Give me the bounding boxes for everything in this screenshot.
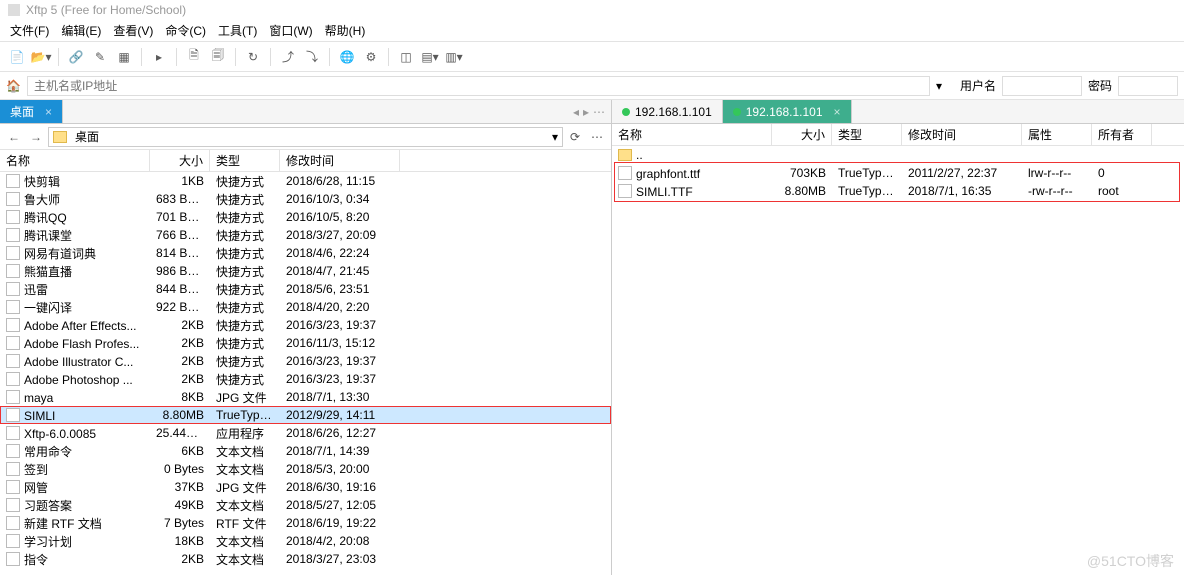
- col-size[interactable]: 大小: [150, 150, 210, 171]
- updir-row[interactable]: ..: [612, 146, 1184, 164]
- pass-input[interactable]: [1118, 76, 1178, 96]
- close-icon[interactable]: ×: [834, 105, 841, 119]
- file-row[interactable]: SIMLI.TTF8.80MBTrueType...2018/7/1, 16:3…: [612, 182, 1184, 200]
- file-row[interactable]: 一键闪译922 Bytes快捷方式2018/4/20, 2:20: [0, 298, 611, 316]
- path-input[interactable]: 桌面▾: [48, 127, 563, 147]
- toolbar: 📄 📂▾ 🔗 ✎ ▦ ▸ 🗎 🗐 ↻ ⤴ ⤵ 🌐 ⚙ ◫ ▤▾ ▥▾: [0, 42, 1184, 72]
- host-input[interactable]: [27, 76, 930, 96]
- menu-item[interactable]: 命令(C): [159, 22, 212, 39]
- refresh-icon[interactable]: ⟳: [565, 127, 585, 147]
- tab-left-icon[interactable]: ◂: [573, 105, 579, 119]
- file-row[interactable]: Adobe Illustrator C...2KB快捷方式2016/3/23, …: [0, 352, 611, 370]
- refresh-icon[interactable]: ↻: [242, 46, 264, 68]
- file-row[interactable]: 迅雷844 Bytes快捷方式2018/5/6, 23:51: [0, 280, 611, 298]
- address-bar: 🏠 ▾ 用户名 密码: [0, 72, 1184, 100]
- globe-icon[interactable]: 🌐: [336, 46, 358, 68]
- user-input[interactable]: [1002, 76, 1082, 96]
- file-row[interactable]: 网管37KBJPG 文件2018/6/30, 19:16: [0, 478, 611, 496]
- file-row[interactable]: graphfont.ttf703KBTrueType...2011/2/27, …: [612, 164, 1184, 182]
- local-panel: 桌面 × ◂ ▸ ⋯ ← → 桌面▾ ⟳ ⋯ 名称 大小 类型 修改时间 快剪辑1K…: [0, 100, 612, 575]
- menu-item[interactable]: 文件(F): [4, 22, 55, 39]
- cursor-up-icon[interactable]: ⤴: [277, 46, 299, 68]
- local-navbar: ← → 桌面▾ ⟳ ⋯: [0, 124, 611, 150]
- col-size[interactable]: 大小: [772, 124, 832, 145]
- menu-item[interactable]: 编辑(E): [55, 22, 107, 39]
- col-name[interactable]: 名称: [0, 150, 150, 171]
- pass-label: 密码: [1088, 77, 1112, 94]
- tab-label: 桌面: [10, 103, 34, 120]
- new-session-icon[interactable]: 📄: [6, 46, 28, 68]
- file-row[interactable]: Adobe After Effects...2KB快捷方式2016/3/23, …: [0, 316, 611, 334]
- file-row[interactable]: Xftp-6.0.008525.44MB应用程序2018/6/26, 12:27: [0, 424, 611, 442]
- col-mtime[interactable]: 修改时间: [280, 150, 400, 171]
- file-row[interactable]: 签到0 Bytes文本文档2018/5/3, 20:00: [0, 460, 611, 478]
- status-dot-icon: [733, 108, 741, 116]
- menu-bar: 文件(F)编辑(E)查看(V)命令(C)工具(T)窗口(W)帮助(H): [0, 20, 1184, 42]
- remote-file-list[interactable]: ..graphfont.ttf703KBTrueType...2011/2/27…: [612, 146, 1184, 575]
- title-bar: Xftp 5 (Free for Home/School): [0, 0, 1184, 20]
- connect-icon[interactable]: 🔗: [65, 46, 87, 68]
- col-mtime[interactable]: 修改时间: [902, 124, 1022, 145]
- file-row[interactable]: 新建 RTF 文档7 BytesRTF 文件2018/6/19, 19:22: [0, 514, 611, 532]
- watermark: @51CTO博客: [1087, 551, 1174, 571]
- tab-more-icon[interactable]: ⋯: [593, 105, 605, 119]
- status-dot-icon: [622, 108, 630, 116]
- up-icon[interactable]: ⋯: [587, 127, 607, 147]
- tab-desktop[interactable]: 桌面 ×: [0, 100, 63, 123]
- copy-icon[interactable]: 🗐: [207, 46, 229, 68]
- col-type[interactable]: 类型: [832, 124, 902, 145]
- file-row[interactable]: 学习计划18KB文本文档2018/4/2, 20:08: [0, 532, 611, 550]
- file-row[interactable]: 指令2KB文本文档2018/3/27, 23:03: [0, 550, 611, 568]
- host-dropdown-icon[interactable]: ▾: [936, 79, 942, 93]
- file-row[interactable]: maya8KBJPG 文件2018/7/1, 13:30: [0, 388, 611, 406]
- file-row[interactable]: 习题答案49KB文本文档2018/5/27, 12:05: [0, 496, 611, 514]
- tab-label: 192.168.1.101: [635, 105, 712, 119]
- app-title: Xftp 5 (Free for Home/School): [26, 0, 186, 20]
- back-icon[interactable]: ←: [4, 127, 24, 147]
- col-attr[interactable]: 属性: [1022, 124, 1092, 145]
- local-header: 名称 大小 类型 修改时间: [0, 150, 611, 172]
- col-owner[interactable]: 所有者: [1092, 124, 1152, 145]
- file-row[interactable]: 腾讯QQ701 Bytes快捷方式2016/10/5, 8:20: [0, 208, 611, 226]
- open-icon[interactable]: 📂▾: [30, 46, 52, 68]
- file-row[interactable]: 常用命令6KB文本文档2018/7/1, 14:39: [0, 442, 611, 460]
- file-row[interactable]: 腾讯课堂766 Bytes快捷方式2018/3/27, 20:09: [0, 226, 611, 244]
- file-row[interactable]: 熊猫直播986 Bytes快捷方式2018/4/7, 21:45: [0, 262, 611, 280]
- file-row[interactable]: Adobe Photoshop ...2KB快捷方式2016/3/23, 19:…: [0, 370, 611, 388]
- panes-icon[interactable]: ▥▾: [443, 46, 465, 68]
- doc-icon[interactable]: 🗎: [183, 46, 205, 68]
- tab-remote-1[interactable]: 192.168.1.101: [612, 100, 723, 123]
- gear-icon[interactable]: ⚙: [360, 46, 382, 68]
- tab-remote-2[interactable]: 192.168.1.101 ×: [723, 100, 852, 123]
- layout-icon[interactable]: ▤▾: [419, 46, 441, 68]
- cursor-down-icon[interactable]: ⤵: [301, 46, 323, 68]
- file-row[interactable]: SIMLI8.80MBTrueType...2012/9/29, 14:11: [0, 406, 611, 424]
- local-file-list[interactable]: 快剪辑1KB快捷方式2018/6/28, 11:15鲁大师683 Bytes快捷…: [0, 172, 611, 575]
- remote-tabs: 192.168.1.101 192.168.1.101 ×: [612, 100, 1184, 124]
- wand-icon[interactable]: ✎: [89, 46, 111, 68]
- file-row[interactable]: 鲁大师683 Bytes快捷方式2016/10/3, 0:34: [0, 190, 611, 208]
- tab-label: 192.168.1.101: [746, 105, 823, 119]
- play-icon[interactable]: ▸: [148, 46, 170, 68]
- file-row[interactable]: 网易有道词典814 Bytes快捷方式2018/4/6, 22:24: [0, 244, 611, 262]
- tab-right-icon[interactable]: ▸: [583, 105, 589, 119]
- close-icon[interactable]: ×: [45, 105, 52, 119]
- menu-item[interactable]: 帮助(H): [319, 22, 372, 39]
- col-type[interactable]: 类型: [210, 150, 280, 171]
- col-name[interactable]: 名称: [612, 124, 772, 145]
- local-tabs: 桌面 × ◂ ▸ ⋯: [0, 100, 611, 124]
- columns-icon[interactable]: ◫: [395, 46, 417, 68]
- file-row[interactable]: 快剪辑1KB快捷方式2018/6/28, 11:15: [0, 172, 611, 190]
- file-row[interactable]: Adobe Flash Profes...2KB快捷方式2016/11/3, 1…: [0, 334, 611, 352]
- app-icon: [8, 4, 20, 16]
- menu-item[interactable]: 查看(V): [107, 22, 159, 39]
- remote-panel: 192.168.1.101 192.168.1.101 × 名称 大小 类型 修改…: [612, 100, 1184, 575]
- menu-item[interactable]: 工具(T): [212, 22, 263, 39]
- menu-item[interactable]: 窗口(W): [263, 22, 318, 39]
- host-icon: 🏠: [6, 79, 21, 93]
- forward-icon[interactable]: →: [26, 127, 46, 147]
- user-label: 用户名: [960, 77, 996, 94]
- property-icon[interactable]: ▦: [113, 46, 135, 68]
- remote-header: 名称 大小 类型 修改时间 属性 所有者: [612, 124, 1184, 146]
